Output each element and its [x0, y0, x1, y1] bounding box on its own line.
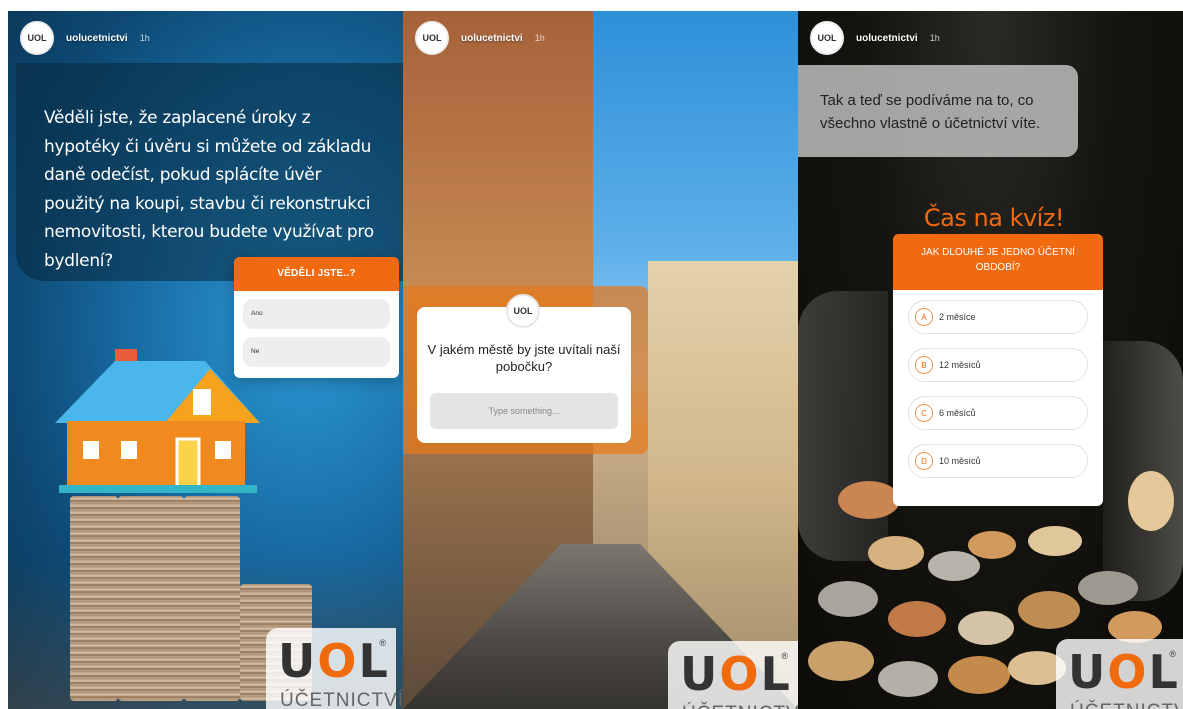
option-letter: B [915, 356, 933, 374]
quiz-option-b[interactable]: B 12 měsíců [908, 348, 1088, 382]
option-label: 12 měsíců [939, 360, 981, 370]
coin [1078, 571, 1138, 605]
uol-logo: UOL ® ÚČETNICTVÍ [668, 641, 798, 709]
coin [808, 641, 874, 681]
option-letter: D [915, 452, 933, 470]
coin [868, 536, 924, 570]
story-text: Tak a teď se podíváme na to, co všechno … [820, 92, 1041, 132]
poll-option-yes[interactable]: Ano [243, 299, 390, 329]
quiz-heading: Čas na kvíz! [923, 204, 1065, 232]
option-label: 2 měsíce [939, 312, 976, 322]
coin [878, 661, 938, 697]
story-header: UOL uolucetnictvi 1h [20, 21, 150, 55]
coin-stack [70, 496, 118, 701]
avatar[interactable]: UOL [415, 21, 449, 55]
coin-stack [184, 496, 240, 701]
story-header: UOL uolucetnictvi 1h [415, 21, 545, 55]
username[interactable]: uolucetnictvi [461, 33, 523, 44]
glass-jar [1103, 341, 1183, 601]
option-label: 6 měsíců [939, 408, 976, 418]
post-time: 1h [929, 33, 940, 43]
poll-option-no[interactable]: Ne [243, 337, 390, 367]
uol-logo: UOL ® ÚČETNICTVÍ [266, 628, 403, 709]
story-1[interactable]: UOL uolucetnictvi 1h Věděli jste, že zap… [8, 11, 403, 709]
coin [948, 656, 1010, 694]
glass-jar [798, 291, 888, 561]
coin-stack [118, 496, 184, 701]
quiz-option-a[interactable]: A 2 měsíce [908, 300, 1088, 334]
avatar: UOL [506, 294, 540, 328]
quiz-option-d[interactable]: D 10 měsíců [908, 444, 1088, 478]
question-text: V jakém městě by jste uvítali naší poboč… [427, 342, 621, 374]
poll-card: VĚDĚLI JSTE..? Ano Ne [234, 257, 399, 378]
quiz-option-c[interactable]: C 6 měsíců [908, 396, 1088, 430]
avatar[interactable]: UOL [810, 21, 844, 55]
option-letter: A [915, 308, 933, 326]
coin [928, 551, 980, 581]
coin [958, 611, 1014, 645]
coin [888, 601, 946, 637]
post-time: 1h [534, 33, 545, 43]
coin [838, 481, 900, 519]
option-letter: C [915, 404, 933, 422]
username[interactable]: uolucetnictvi [66, 33, 128, 44]
username[interactable]: uolucetnictvi [856, 33, 918, 44]
coin [968, 531, 1016, 559]
quiz-card: JAK DLOUHÉ JE JEDNO ÚČETNÍ OBDOBÍ? A 2 m… [893, 234, 1103, 506]
answer-input[interactable]: Type something... [430, 393, 618, 429]
story-text: Věděli jste, že zaplacené úroky z hypoté… [44, 108, 374, 271]
story-2[interactable]: UOL uolucetnictvi 1h UOL V jakém městě b… [403, 11, 798, 709]
post-time: 1h [139, 33, 150, 43]
coin [1018, 591, 1080, 629]
coin [1128, 471, 1174, 531]
coin [818, 581, 878, 617]
coin [1028, 526, 1082, 556]
poll-title: VĚDĚLI JSTE..? [234, 257, 399, 291]
story-3[interactable]: UOL uolucetnictvi 1h Tak a teď se podívá… [798, 11, 1183, 709]
quiz-question: JAK DLOUHÉ JE JEDNO ÚČETNÍ OBDOBÍ? [893, 234, 1103, 290]
story-header: UOL uolucetnictvi 1h [810, 21, 940, 55]
option-label: 10 měsíců [939, 456, 981, 466]
house-illustration [55, 349, 260, 493]
avatar[interactable]: UOL [20, 21, 54, 55]
uol-logo: UOL ® ÚČETNICTVÍ [1056, 639, 1183, 709]
